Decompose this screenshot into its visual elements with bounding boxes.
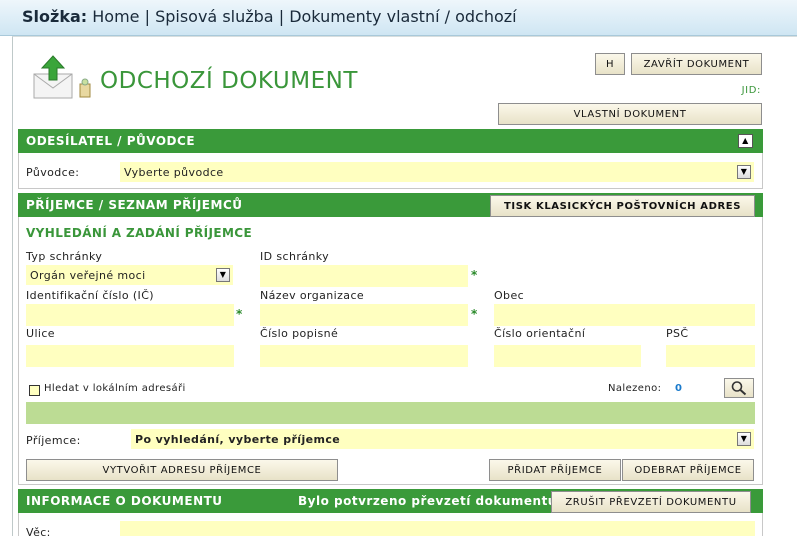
remove-recipient-button[interactable]: ODEBRAT PŘÍJEMCE: [622, 459, 754, 481]
collapse-up-icon[interactable]: ▲: [738, 134, 753, 148]
street-input[interactable]: [26, 345, 234, 367]
chevron-down-icon[interactable]: ▼: [737, 165, 751, 179]
h-button[interactable]: H: [595, 53, 625, 75]
confirmed-text: Bylo potvrzeno převzetí dokumentu: [298, 494, 557, 508]
add-recipient-button[interactable]: PŘIDAT PŘÍJEMCE: [489, 459, 621, 481]
required-mark: *: [471, 268, 478, 282]
local-search-checkbox[interactable]: [29, 385, 40, 396]
breadcrumb-item-spisova-sluzba[interactable]: Spisová služba: [155, 7, 274, 26]
subject-field[interactable]: [120, 521, 755, 536]
box-type-label: Typ schránky: [26, 250, 103, 263]
city-label: Obec: [494, 289, 525, 302]
org-name-field[interactable]: [260, 304, 468, 326]
found-count: 0: [675, 383, 683, 394]
ic-field[interactable]: [26, 304, 234, 326]
recipient-select[interactable]: Po vyhledání, vyberte příjemce ▼: [131, 429, 754, 449]
box-id-field[interactable]: [260, 265, 468, 287]
close-document-button[interactable]: ZAVŘÍT DOKUMENT: [631, 53, 762, 75]
own-document-button[interactable]: VLASTNÍ DOKUMENT: [498, 103, 762, 125]
search-icon: [731, 381, 747, 396]
doc-info-section-title: INFORMACE O DOKUMENTU: [26, 494, 223, 508]
create-address-button[interactable]: VYTVOŘIT ADRESU PŘÍJEMCE: [26, 459, 338, 481]
sender-section-title: ODESÍLATEL / PŮVODCE: [26, 134, 196, 148]
org-name-input[interactable]: [260, 304, 468, 326]
city-field[interactable]: [494, 304, 755, 326]
sender-section-bar: ODESÍLATEL / PŮVODCE ▲: [18, 129, 763, 153]
street-label: Ulice: [26, 327, 55, 340]
breadcrumb-item-home[interactable]: Home: [92, 7, 139, 26]
box-type-select-value: Orgán veřejné moci: [30, 269, 146, 282]
ic-input[interactable]: [26, 304, 234, 326]
origin-select[interactable]: Vyberte původce ▼: [120, 162, 754, 182]
required-mark: *: [236, 307, 243, 321]
breadcrumb-label: Složka:: [22, 7, 88, 26]
city-input[interactable]: [494, 304, 755, 326]
subject-label: Věc:: [26, 526, 51, 536]
orientation-no-field[interactable]: [494, 345, 641, 367]
box-id-label: ID schránky: [260, 250, 330, 263]
box-type-select[interactable]: Orgán veřejné moci ▼: [26, 265, 233, 285]
chevron-down-icon[interactable]: ▼: [737, 432, 751, 446]
orientation-no-input[interactable]: [494, 345, 641, 367]
cancel-receipt-button[interactable]: ZRUŠIT PŘEVZETÍ DOKUMENTU: [551, 491, 751, 513]
orientation-no-label: Číslo orientační: [494, 327, 586, 340]
search-results-strip: [26, 402, 755, 424]
zip-label: PSČ: [666, 327, 689, 340]
house-no-input[interactable]: [260, 345, 468, 367]
page-title: ODCHOZÍ DOKUMENT: [100, 68, 358, 94]
local-search-label: Hledat v lokálním adresáři: [44, 383, 186, 394]
subject-input[interactable]: [120, 521, 755, 536]
box-id-input[interactable]: [260, 265, 468, 287]
recipient-select-value: Po vyhledání, vyberte příjemce: [135, 433, 341, 446]
breadcrumb-item-dokumenty[interactable]: Dokumenty vlastní / odchozí: [289, 7, 516, 26]
found-label: Nalezeno:: [608, 383, 662, 394]
zip-field[interactable]: [666, 345, 755, 367]
outgoing-document-icon: [32, 54, 96, 100]
search-button[interactable]: [724, 378, 754, 398]
recipient-label: Příjemce:: [26, 434, 81, 447]
search-heading: VYHLEDÁNÍ A ZADÁNÍ PŘÍJEMCE: [26, 226, 253, 240]
ic-label: Identifikační číslo (IČ): [26, 289, 154, 302]
house-no-field[interactable]: [260, 345, 468, 367]
print-addresses-button[interactable]: TISK KLASICKÝCH POŠTOVNÍCH ADRES: [490, 195, 755, 217]
chevron-down-icon[interactable]: ▼: [216, 268, 230, 282]
recipients-section-title: PŘÍJEMCE / SEZNAM PŘÍJEMCŮ: [26, 198, 243, 212]
breadcrumb-separator: |: [144, 7, 150, 26]
origin-label: Původce:: [26, 166, 80, 179]
breadcrumb-separator: |: [278, 7, 285, 26]
street-field[interactable]: [26, 345, 234, 367]
breadcrumb: Složka: Home | Spisová služba | Dokument…: [22, 7, 517, 26]
org-name-label: Název organizace: [260, 289, 365, 302]
required-mark: *: [471, 307, 478, 321]
top-bar: Složka: Home | Spisová služba | Dokument…: [0, 0, 797, 36]
house-no-label: Číslo popisné: [260, 327, 339, 340]
jid-label: JID:: [741, 85, 761, 96]
zip-input[interactable]: [666, 345, 755, 367]
origin-select-value: Vyberte původce: [124, 166, 224, 179]
